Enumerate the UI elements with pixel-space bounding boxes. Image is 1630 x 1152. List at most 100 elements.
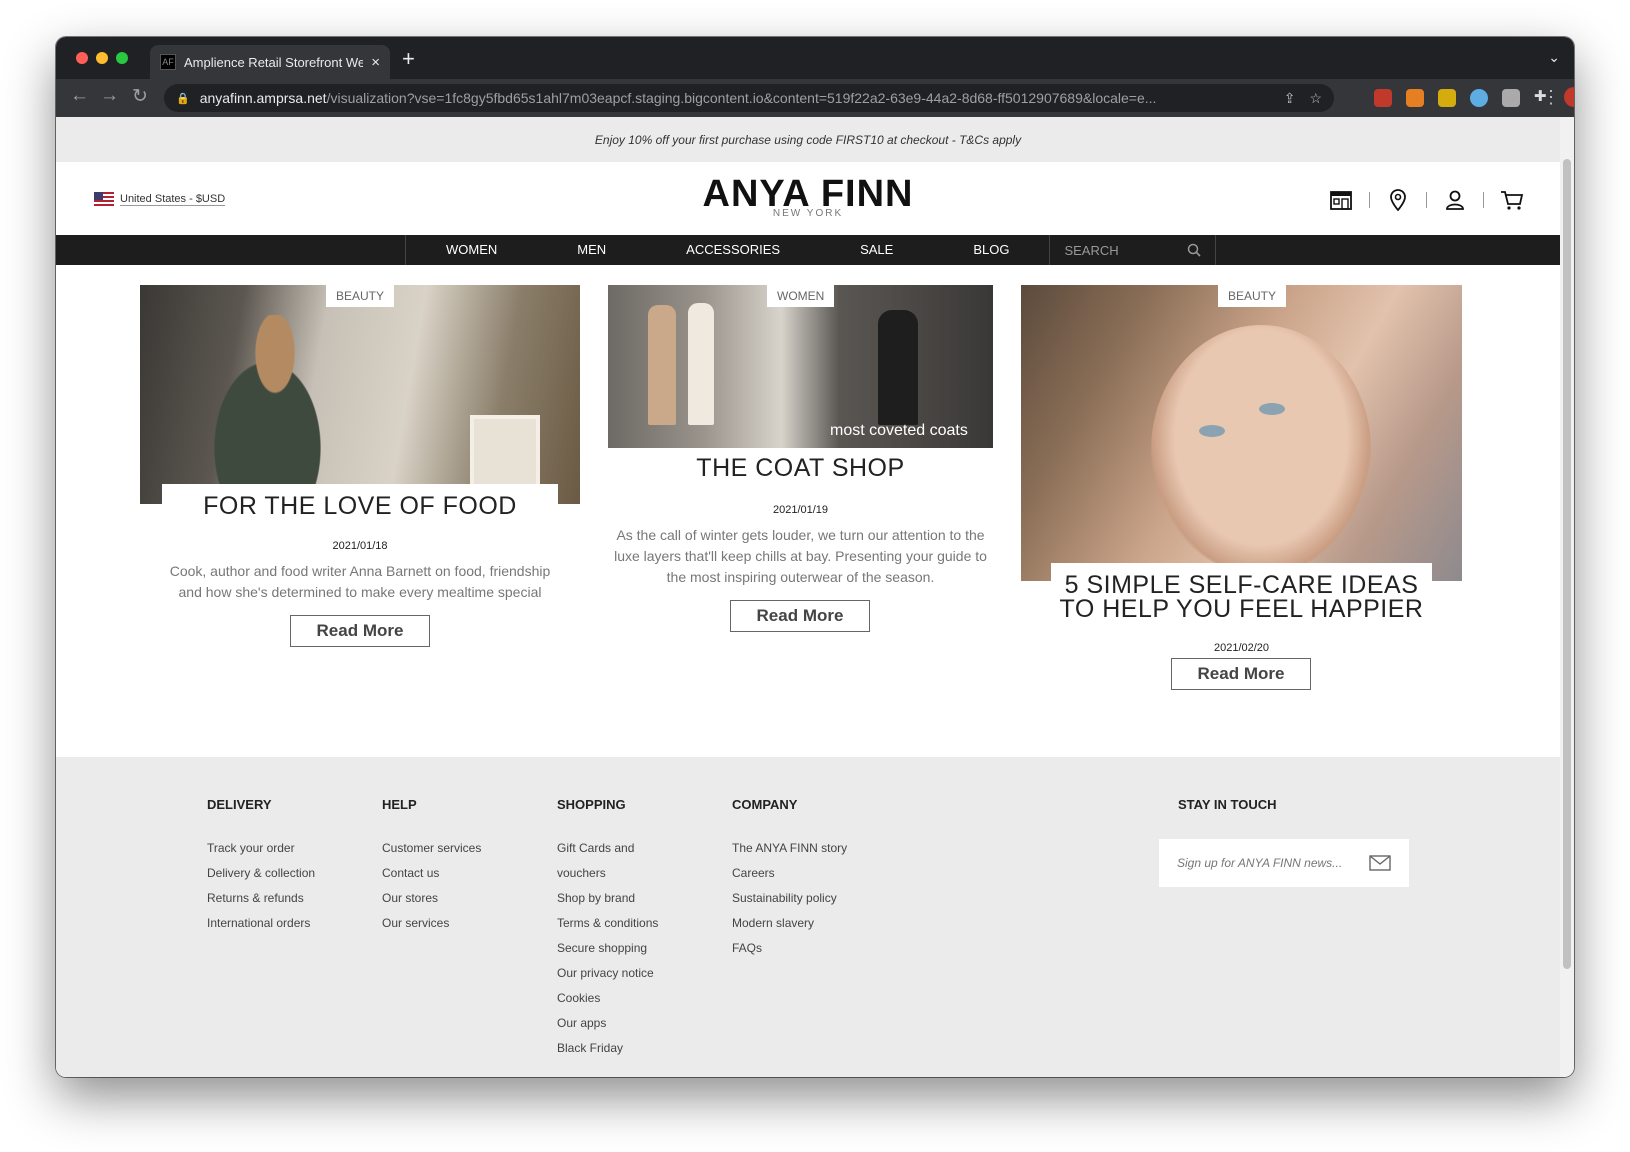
article-date: 2021/01/19 [772, 504, 829, 516]
divider [1426, 192, 1427, 208]
nav-item-women[interactable]: WOMEN [406, 235, 537, 265]
footer-link[interactable]: Returns & refunds [207, 886, 315, 911]
footer-heading: COMPANY [732, 797, 798, 812]
article-tag: BEAUTY [326, 285, 395, 307]
nav-item-men[interactable]: MEN [537, 235, 646, 265]
divider [1483, 192, 1484, 208]
share-icon[interactable]: ⇪ [1284, 90, 1296, 107]
envelope-icon[interactable] [1369, 855, 1391, 871]
model-figure [648, 305, 676, 425]
footer-link[interactable]: The ANYA FINN story [732, 836, 847, 861]
footer-link[interactable]: Cookies [557, 986, 658, 1011]
read-more-button[interactable]: Read More [730, 600, 870, 632]
footer-column-help: HELP Customer services Contact us Our st… [382, 797, 481, 936]
footer-heading: STAY IN TOUCH [1178, 797, 1277, 812]
footer-link[interactable]: Careers [732, 861, 847, 886]
forward-arrow-icon[interactable]: → [100, 85, 119, 107]
extension-icon[interactable] [1374, 89, 1392, 107]
search-icon[interactable] [1187, 243, 1202, 257]
search-placeholder: SEARCH [1064, 242, 1119, 258]
nav-menu: WOMEN MEN ACCESSORIES SALE BLOG SEARCH [405, 235, 1217, 265]
footer-link[interactable]: Secure shopping [557, 936, 658, 961]
article-card: BEAUTY 5 SIMPLE SELF-CARE IDEAS TO HELP … [1021, 285, 1462, 695]
footer-link[interactable]: Modern slavery [732, 911, 847, 936]
minimize-window-button[interactable] [96, 52, 108, 64]
footer-link[interactable]: International orders [207, 911, 315, 936]
cart-icon[interactable] [1500, 188, 1524, 212]
browser-toolbar: ← → ↻ 🔒 anyafinn.amprsa.net/visualizatio… [56, 79, 1574, 117]
newsletter-signup-input[interactable]: Sign up for ANYA FINN news... [1159, 839, 1409, 887]
site-footer: DELIVERY Track your order Delivery & col… [56, 757, 1560, 1077]
nav-item-sale[interactable]: SALE [820, 235, 933, 265]
article-card: most coveted coats WOMEN THE COAT SHOP 2… [608, 285, 993, 635]
article-date: 2021/02/20 [1213, 642, 1270, 654]
bookmark-star-icon[interactable]: ☆ [1309, 90, 1322, 107]
divider [1369, 192, 1370, 208]
footer-link[interactable]: Customer services [382, 836, 481, 861]
search-input[interactable]: SEARCH [1049, 235, 1215, 265]
reload-icon[interactable]: ↻ [132, 85, 148, 108]
metamask-extension-icon[interactable] [1406, 89, 1424, 107]
face-figure [1151, 325, 1371, 575]
footer-link[interactable]: Our services [382, 911, 481, 936]
article-title[interactable]: THE COAT SHOP [608, 448, 993, 484]
article-title[interactable]: 5 SIMPLE SELF-CARE IDEAS TO HELP YOU FEE… [1051, 563, 1432, 625]
react-devtools-icon[interactable] [1470, 89, 1488, 107]
footer-link[interactable]: Delivery & collection [207, 861, 315, 886]
back-arrow-icon[interactable]: ← [70, 85, 89, 107]
location-pin-icon[interactable] [1386, 188, 1410, 212]
article-card: BEAUTY FOR THE LOVE OF FOOD 2021/01/18 C… [140, 285, 580, 647]
nav-item-accessories[interactable]: ACCESSORIES [646, 235, 820, 265]
footer-column-newsletter: STAY IN TOUCH [1178, 797, 1276, 836]
article-image[interactable]: BEAUTY [140, 285, 580, 504]
promo-banner: Enjoy 10% off your first purchase using … [56, 117, 1560, 162]
maximize-window-button[interactable] [116, 52, 128, 64]
image-caption: most coveted coats [830, 422, 968, 439]
footer-link[interactable]: Terms & conditions [557, 911, 658, 936]
article-image[interactable]: most coveted coats WOMEN [608, 285, 993, 448]
address-bar[interactable]: 🔒 anyafinn.amprsa.net/visualization?vse=… [164, 84, 1334, 112]
article-tag: WOMEN [767, 285, 835, 307]
web-page: Enjoy 10% off your first purchase using … [56, 117, 1560, 1077]
footer-heading: HELP [382, 797, 417, 812]
footer-heading: DELIVERY [207, 797, 272, 812]
article-image[interactable]: BEAUTY [1021, 285, 1462, 581]
article-title[interactable]: FOR THE LOVE OF FOOD [162, 484, 558, 524]
nav-item-blog[interactable]: BLOG [933, 235, 1049, 265]
account-icon[interactable] [1443, 188, 1467, 212]
store-icon[interactable] [1329, 188, 1353, 212]
browser-menu-icon[interactable]: ⋮ [1542, 87, 1560, 108]
close-window-button[interactable] [76, 52, 88, 64]
footer-link[interactable]: FAQs [732, 936, 847, 961]
footer-heading: SHOPPING [557, 797, 626, 812]
footer-link[interactable]: vouchers [557, 861, 658, 886]
read-more-button[interactable]: Read More [1171, 658, 1311, 690]
site-header: United States - $USD ANYA FINN NEW YORK [56, 162, 1560, 235]
close-tab-icon[interactable]: × [371, 54, 380, 71]
new-tab-button[interactable]: + [402, 46, 415, 72]
tab-title: Amplience Retail Storefront We [184, 54, 364, 70]
footer-link[interactable]: Contact us [382, 861, 481, 886]
url-host: anyafinn.amprsa.net [199, 90, 327, 106]
tab-strip: AF Amplience Retail Storefront We × + ⌄ [56, 37, 1574, 79]
scrollbar-thumb[interactable] [1563, 159, 1571, 969]
read-more-button[interactable]: Read More [290, 615, 430, 647]
url-path: /visualization?vse=1fc8gy5fbd65s1ahl7m03… [326, 90, 1157, 106]
camera-extension-icon[interactable] [1502, 89, 1520, 107]
footer-column-shopping: SHOPPING Gift Cards and vouchers Shop by… [557, 797, 658, 1061]
article-description: Cook, author and food writer Anna Barnet… [169, 563, 551, 600]
extension-icon[interactable] [1438, 89, 1456, 107]
footer-link[interactable]: Our apps [557, 1011, 658, 1036]
footer-link[interactable]: Our privacy notice [557, 961, 658, 986]
browser-tab[interactable]: AF Amplience Retail Storefront We × [150, 45, 390, 79]
footer-link[interactable]: Gift Cards and [557, 836, 658, 861]
browser-window: AF Amplience Retail Storefront We × + ⌄ … [56, 37, 1574, 1077]
footer-link[interactable]: Sustainability policy [732, 886, 847, 911]
footer-link[interactable]: Track your order [207, 836, 315, 861]
footer-link[interactable]: Black Friday [557, 1036, 658, 1061]
eye [1199, 425, 1225, 437]
footer-link[interactable]: Our stores [382, 886, 481, 911]
footer-link[interactable]: Shop by brand [557, 886, 658, 911]
profile-avatar[interactable] [1564, 87, 1574, 107]
tab-search-icon[interactable]: ⌄ [1548, 49, 1560, 66]
